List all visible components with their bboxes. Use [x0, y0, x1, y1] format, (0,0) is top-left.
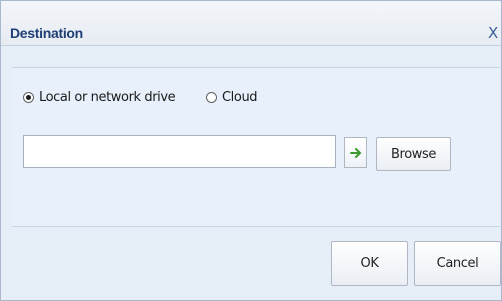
radio-local-drive[interactable]: Local or network drive — [23, 90, 176, 105]
radio-cloud[interactable]: Cloud — [206, 90, 258, 105]
radio-local-drive-label: Local or network drive — [39, 90, 176, 105]
destination-dialog: Destination X Local or network drive Clo… — [0, 0, 502, 301]
dialog-titlebar: Destination X — [1, 1, 501, 46]
cancel-button[interactable]: Cancel — [414, 241, 501, 286]
radio-cloud-button[interactable] — [206, 92, 217, 103]
destination-path-input[interactable] — [23, 135, 336, 168]
radio-cloud-label: Cloud — [222, 90, 258, 105]
ok-button[interactable]: OK — [331, 241, 408, 286]
browse-button[interactable]: Browse — [376, 137, 451, 171]
radio-local-drive-button[interactable] — [23, 92, 34, 103]
close-icon[interactable]: X — [488, 24, 498, 42]
dialog-title: Destination — [10, 25, 83, 41]
arrow-right-icon — [349, 147, 361, 158]
go-button[interactable] — [344, 137, 367, 168]
